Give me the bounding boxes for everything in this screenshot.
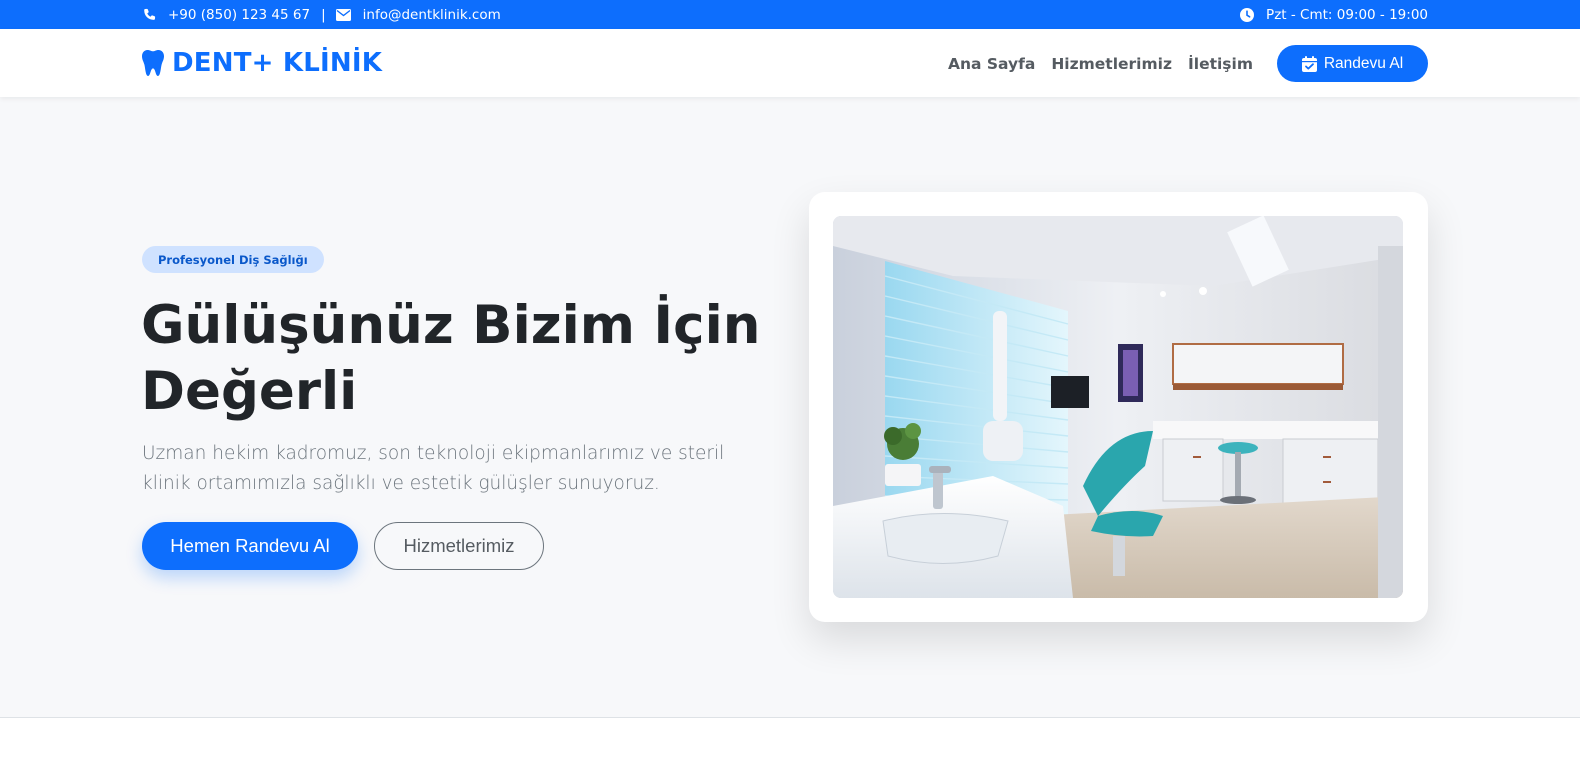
- clock-icon: [1240, 7, 1255, 22]
- email-address[interactable]: info@dentklinik.com: [363, 7, 501, 23]
- appointment-button[interactable]: Randevu Al: [1277, 45, 1428, 82]
- services-button[interactable]: Hizmetlerimiz: [374, 522, 544, 570]
- nav-link-contact[interactable]: İletişim: [1188, 55, 1253, 73]
- top-info-bar: +90 (850) 123 45 67 | info@dentklinik.co…: [0, 0, 1580, 29]
- phone-icon: [142, 8, 156, 22]
- nav-links: Ana Sayfa Hizmetlerimiz İletişim Randevu…: [948, 45, 1428, 82]
- tooth-icon: [142, 50, 164, 76]
- working-hours: Pzt - Cmt: 09:00 - 19:00: [1266, 6, 1428, 23]
- envelope-icon: [335, 8, 351, 21]
- topbar-separator: |: [321, 6, 326, 23]
- hero-title: Gülüşünüz Bizim İçin Değerli: [141, 295, 761, 422]
- book-appointment-button[interactable]: Hemen Randevu Al: [142, 522, 358, 570]
- main-navbar: DENT+ KLİNİK Ana Sayfa Hizmetlerimiz İle…: [0, 29, 1580, 97]
- appointment-button-label: Randevu Al: [1323, 54, 1404, 72]
- brand-name: DENT+ KLİNİK: [172, 48, 383, 78]
- hero-subtitle: Uzman hekim kadromuz, son teknoloji ekip…: [142, 443, 725, 494]
- nav-link-services[interactable]: Hizmetlerimiz: [1051, 55, 1172, 73]
- hero-image-card: [809, 192, 1428, 622]
- brand-logo[interactable]: DENT+ KLİNİK: [142, 48, 382, 78]
- nav-link-home[interactable]: Ana Sayfa: [948, 55, 1035, 73]
- hero-section: Profesyonel Diş Sağlığı Gülüşünüz Bizim …: [0, 97, 1580, 718]
- hero-badge: Profesyonel Diş Sağlığı: [142, 246, 324, 273]
- dental-clinic-photo: [833, 216, 1403, 598]
- phone-number[interactable]: +90 (850) 123 45 67: [168, 7, 310, 23]
- calendar-check-icon: [1301, 55, 1317, 72]
